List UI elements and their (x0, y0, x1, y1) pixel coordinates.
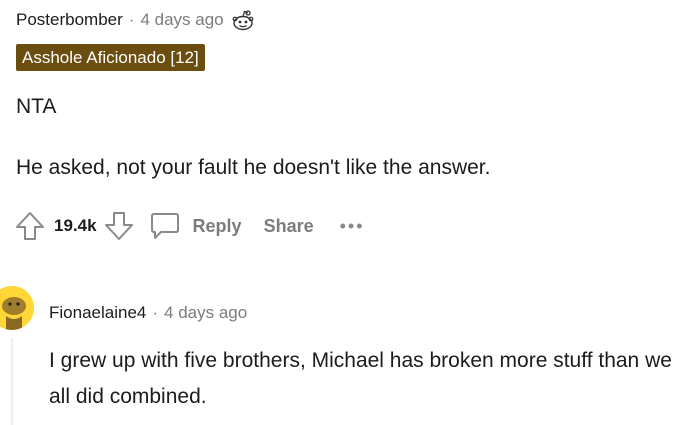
more-options-icon[interactable]: ••• (340, 216, 365, 237)
comment-meta: Posterbomber · 4 days ago (16, 8, 254, 32)
meta-separator: · (152, 303, 159, 322)
award-icon[interactable] (232, 9, 254, 31)
comment-username[interactable]: Posterbomber (16, 10, 123, 30)
reply-timestamp[interactable]: 4 days ago (164, 303, 247, 323)
upvote-icon[interactable] (14, 210, 46, 242)
comment-text: He asked, not your fault he doesn't like… (16, 156, 491, 179)
meta-separator: · (128, 10, 135, 29)
vote-count: 19.4k (54, 216, 97, 235)
reply-username[interactable]: Fionaelaine4 (49, 303, 146, 323)
reply-bubble-icon[interactable] (149, 210, 181, 242)
downvote-icon[interactable] (103, 210, 135, 242)
reply-text: I grew up with five brothers, Michael ha… (49, 349, 672, 408)
thread-line[interactable] (11, 338, 13, 425)
reply-button[interactable]: Reply (193, 216, 242, 237)
comment-action-bar: 19.4k Reply Share ••• (14, 207, 365, 245)
reply-meta: Fionaelaine4 · 4 days ago (49, 301, 247, 325)
comment-verdict: NTA (16, 95, 57, 118)
share-button[interactable]: Share (264, 216, 314, 237)
avatar[interactable] (0, 286, 34, 330)
user-flair: Asshole Aficionado [12] (16, 44, 205, 71)
comment-timestamp[interactable]: 4 days ago (140, 10, 223, 30)
